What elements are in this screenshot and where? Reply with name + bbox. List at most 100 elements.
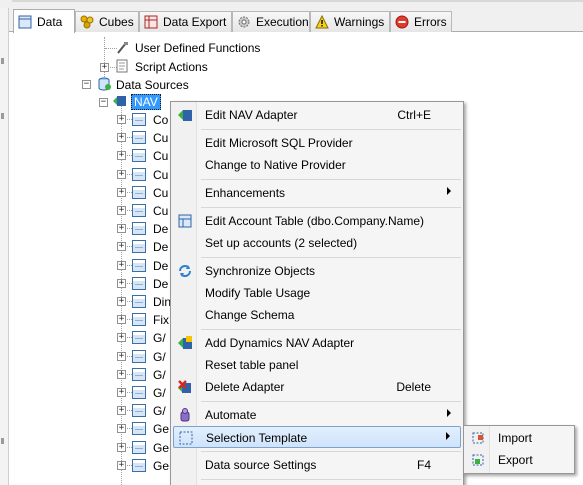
- menu-item-change-native-provider[interactable]: Change to Native Provider: [173, 154, 461, 176]
- gutter-mark: [1, 438, 4, 444]
- expand-toggle[interactable]: +: [117, 242, 126, 251]
- menu-item-selection-template[interactable]: Selection Template: [173, 426, 461, 448]
- expand-toggle[interactable]: +: [117, 188, 126, 197]
- expand-toggle[interactable]: +: [117, 424, 126, 433]
- menu-item-delete-adapter[interactable]: Delete Adapter Delete: [173, 376, 461, 398]
- expand-toggle[interactable]: +: [117, 461, 126, 470]
- tab-cubes[interactable]: Cubes: [75, 11, 139, 32]
- expand-toggle[interactable]: +: [117, 333, 126, 342]
- tab-label: Execution: [256, 15, 309, 29]
- tree-node-table[interactable]: De: [153, 240, 168, 254]
- menu-item-add-nav-adapter[interactable]: Add Dynamics NAV Adapter: [173, 332, 461, 354]
- tree-node-table[interactable]: Ge: [153, 441, 169, 455]
- collapse-toggle[interactable]: −: [82, 80, 91, 89]
- expand-toggle[interactable]: +: [117, 279, 126, 288]
- menu-item-edit-account-table[interactable]: Edit Account Table (dbo.Company.Name): [173, 210, 461, 232]
- table-icon: [132, 368, 146, 381]
- tab-execution[interactable]: Execution: [232, 11, 310, 32]
- menu-separator: [201, 329, 461, 330]
- expand-toggle[interactable]: +: [117, 151, 126, 160]
- tree-node-table[interactable]: G/: [153, 350, 166, 364]
- table-icon: [132, 259, 146, 272]
- tab-label: Data Export: [163, 15, 227, 29]
- selection-template-icon: [178, 430, 194, 446]
- tree-node-table[interactable]: Cu: [153, 149, 168, 163]
- menu-item-edit-sql-provider[interactable]: Edit Microsoft SQL Provider: [173, 132, 461, 154]
- tab-warnings[interactable]: Warnings: [310, 11, 390, 32]
- menu-item-automate[interactable]: Automate: [173, 404, 461, 426]
- menu-separator: [201, 257, 461, 258]
- menu-item-export[interactable]: Export: [466, 449, 574, 471]
- tree-node-table[interactable]: Cu: [153, 168, 168, 182]
- table-icon: [132, 441, 146, 454]
- expand-toggle[interactable]: +: [117, 388, 126, 397]
- expand-toggle[interactable]: +: [117, 370, 126, 379]
- tree-node-table[interactable]: Ge: [153, 459, 169, 473]
- menu-item-set-up-accounts[interactable]: Set up accounts (2 selected): [173, 232, 461, 254]
- menu-separator: [201, 479, 461, 480]
- context-menu: Edit NAV Adapter Ctrl+E Edit Microsoft S…: [170, 101, 464, 485]
- menu-item-import[interactable]: Import: [466, 427, 574, 449]
- expand-toggle[interactable]: +: [117, 406, 126, 415]
- tree-node-table[interactable]: Co: [153, 113, 168, 127]
- gear-icon: [237, 15, 251, 29]
- expand-toggle[interactable]: +: [117, 170, 126, 179]
- expand-toggle[interactable]: +: [117, 206, 126, 215]
- submenu-arrow-icon: [447, 187, 451, 195]
- tab-data-export[interactable]: Data Export: [139, 11, 232, 32]
- menu-separator: [201, 129, 461, 130]
- table-icon: [132, 331, 146, 344]
- tree-node-user-defined-functions[interactable]: User Defined Functions: [135, 41, 260, 55]
- expand-toggle[interactable]: +: [117, 352, 126, 361]
- left-panel-edge: [0, 8, 9, 485]
- tree-node-table[interactable]: Din: [153, 295, 171, 309]
- tree-node-table[interactable]: De: [153, 259, 168, 273]
- menu-item-edit-nav-adapter[interactable]: Edit NAV Adapter Ctrl+E: [173, 104, 461, 126]
- expand-toggle[interactable]: +: [117, 224, 126, 233]
- table-icon: [132, 131, 146, 144]
- tree-node-script-actions[interactable]: Script Actions: [135, 60, 208, 74]
- menu-item-modify-table-usage[interactable]: Modify Table Usage: [173, 282, 461, 304]
- tree-node-table[interactable]: G/: [153, 386, 166, 400]
- expand-toggle[interactable]: +: [117, 261, 126, 270]
- script-icon: [115, 59, 130, 73]
- menu-item-enhancements[interactable]: Enhancements: [173, 182, 461, 204]
- tree-node-table[interactable]: Cu: [153, 131, 168, 145]
- data-sources-icon: [97, 77, 112, 91]
- cubes-icon: [80, 15, 94, 29]
- expand-toggle[interactable]: +: [117, 115, 126, 124]
- expand-toggle[interactable]: +: [117, 443, 126, 452]
- expand-toggle[interactable]: +: [117, 297, 126, 306]
- table-icon: [132, 386, 146, 399]
- table-icon: [132, 313, 146, 326]
- menu-item-synchronize-objects[interactable]: Synchronize Objects: [173, 260, 461, 282]
- tree-node-table[interactable]: G/: [153, 368, 166, 382]
- tab-data[interactable]: Data: [13, 9, 75, 33]
- tree-node-table[interactable]: De: [153, 277, 168, 291]
- table-icon: [132, 350, 146, 363]
- tree-node-table[interactable]: Cu: [153, 186, 168, 200]
- menu-separator: [201, 451, 461, 452]
- tree-node-table[interactable]: G/: [153, 331, 166, 345]
- tab-errors[interactable]: Errors: [390, 11, 452, 32]
- tree-node-data-sources[interactable]: Data Sources: [116, 78, 189, 92]
- menu-item-change-schema[interactable]: Change Schema: [173, 304, 461, 326]
- delete-adapter-icon: [177, 379, 193, 395]
- title-edge: [12, 0, 583, 2]
- tree-node-nav-selected[interactable]: NAV: [131, 94, 161, 110]
- collapse-toggle[interactable]: −: [99, 98, 108, 107]
- expand-toggle[interactable]: +: [100, 63, 109, 72]
- sync-icon: [177, 263, 193, 279]
- menu-item-reset-table-panel[interactable]: Reset table panel: [173, 354, 461, 376]
- data-tab-icon: [18, 15, 32, 29]
- tree-node-table[interactable]: Fix: [153, 313, 169, 327]
- tree-node-table[interactable]: Cu: [153, 204, 168, 218]
- expand-toggle[interactable]: +: [117, 133, 126, 142]
- tree-node-table[interactable]: G/: [153, 404, 166, 418]
- expand-toggle[interactable]: +: [117, 315, 126, 324]
- gutter-mark: [1, 58, 4, 64]
- menu-item-data-source-settings[interactable]: Data source Settings F4: [173, 454, 461, 476]
- tree-node-table[interactable]: De: [153, 222, 168, 236]
- tree-node-table[interactable]: Ge: [153, 422, 169, 436]
- tab-label: Errors: [414, 15, 447, 29]
